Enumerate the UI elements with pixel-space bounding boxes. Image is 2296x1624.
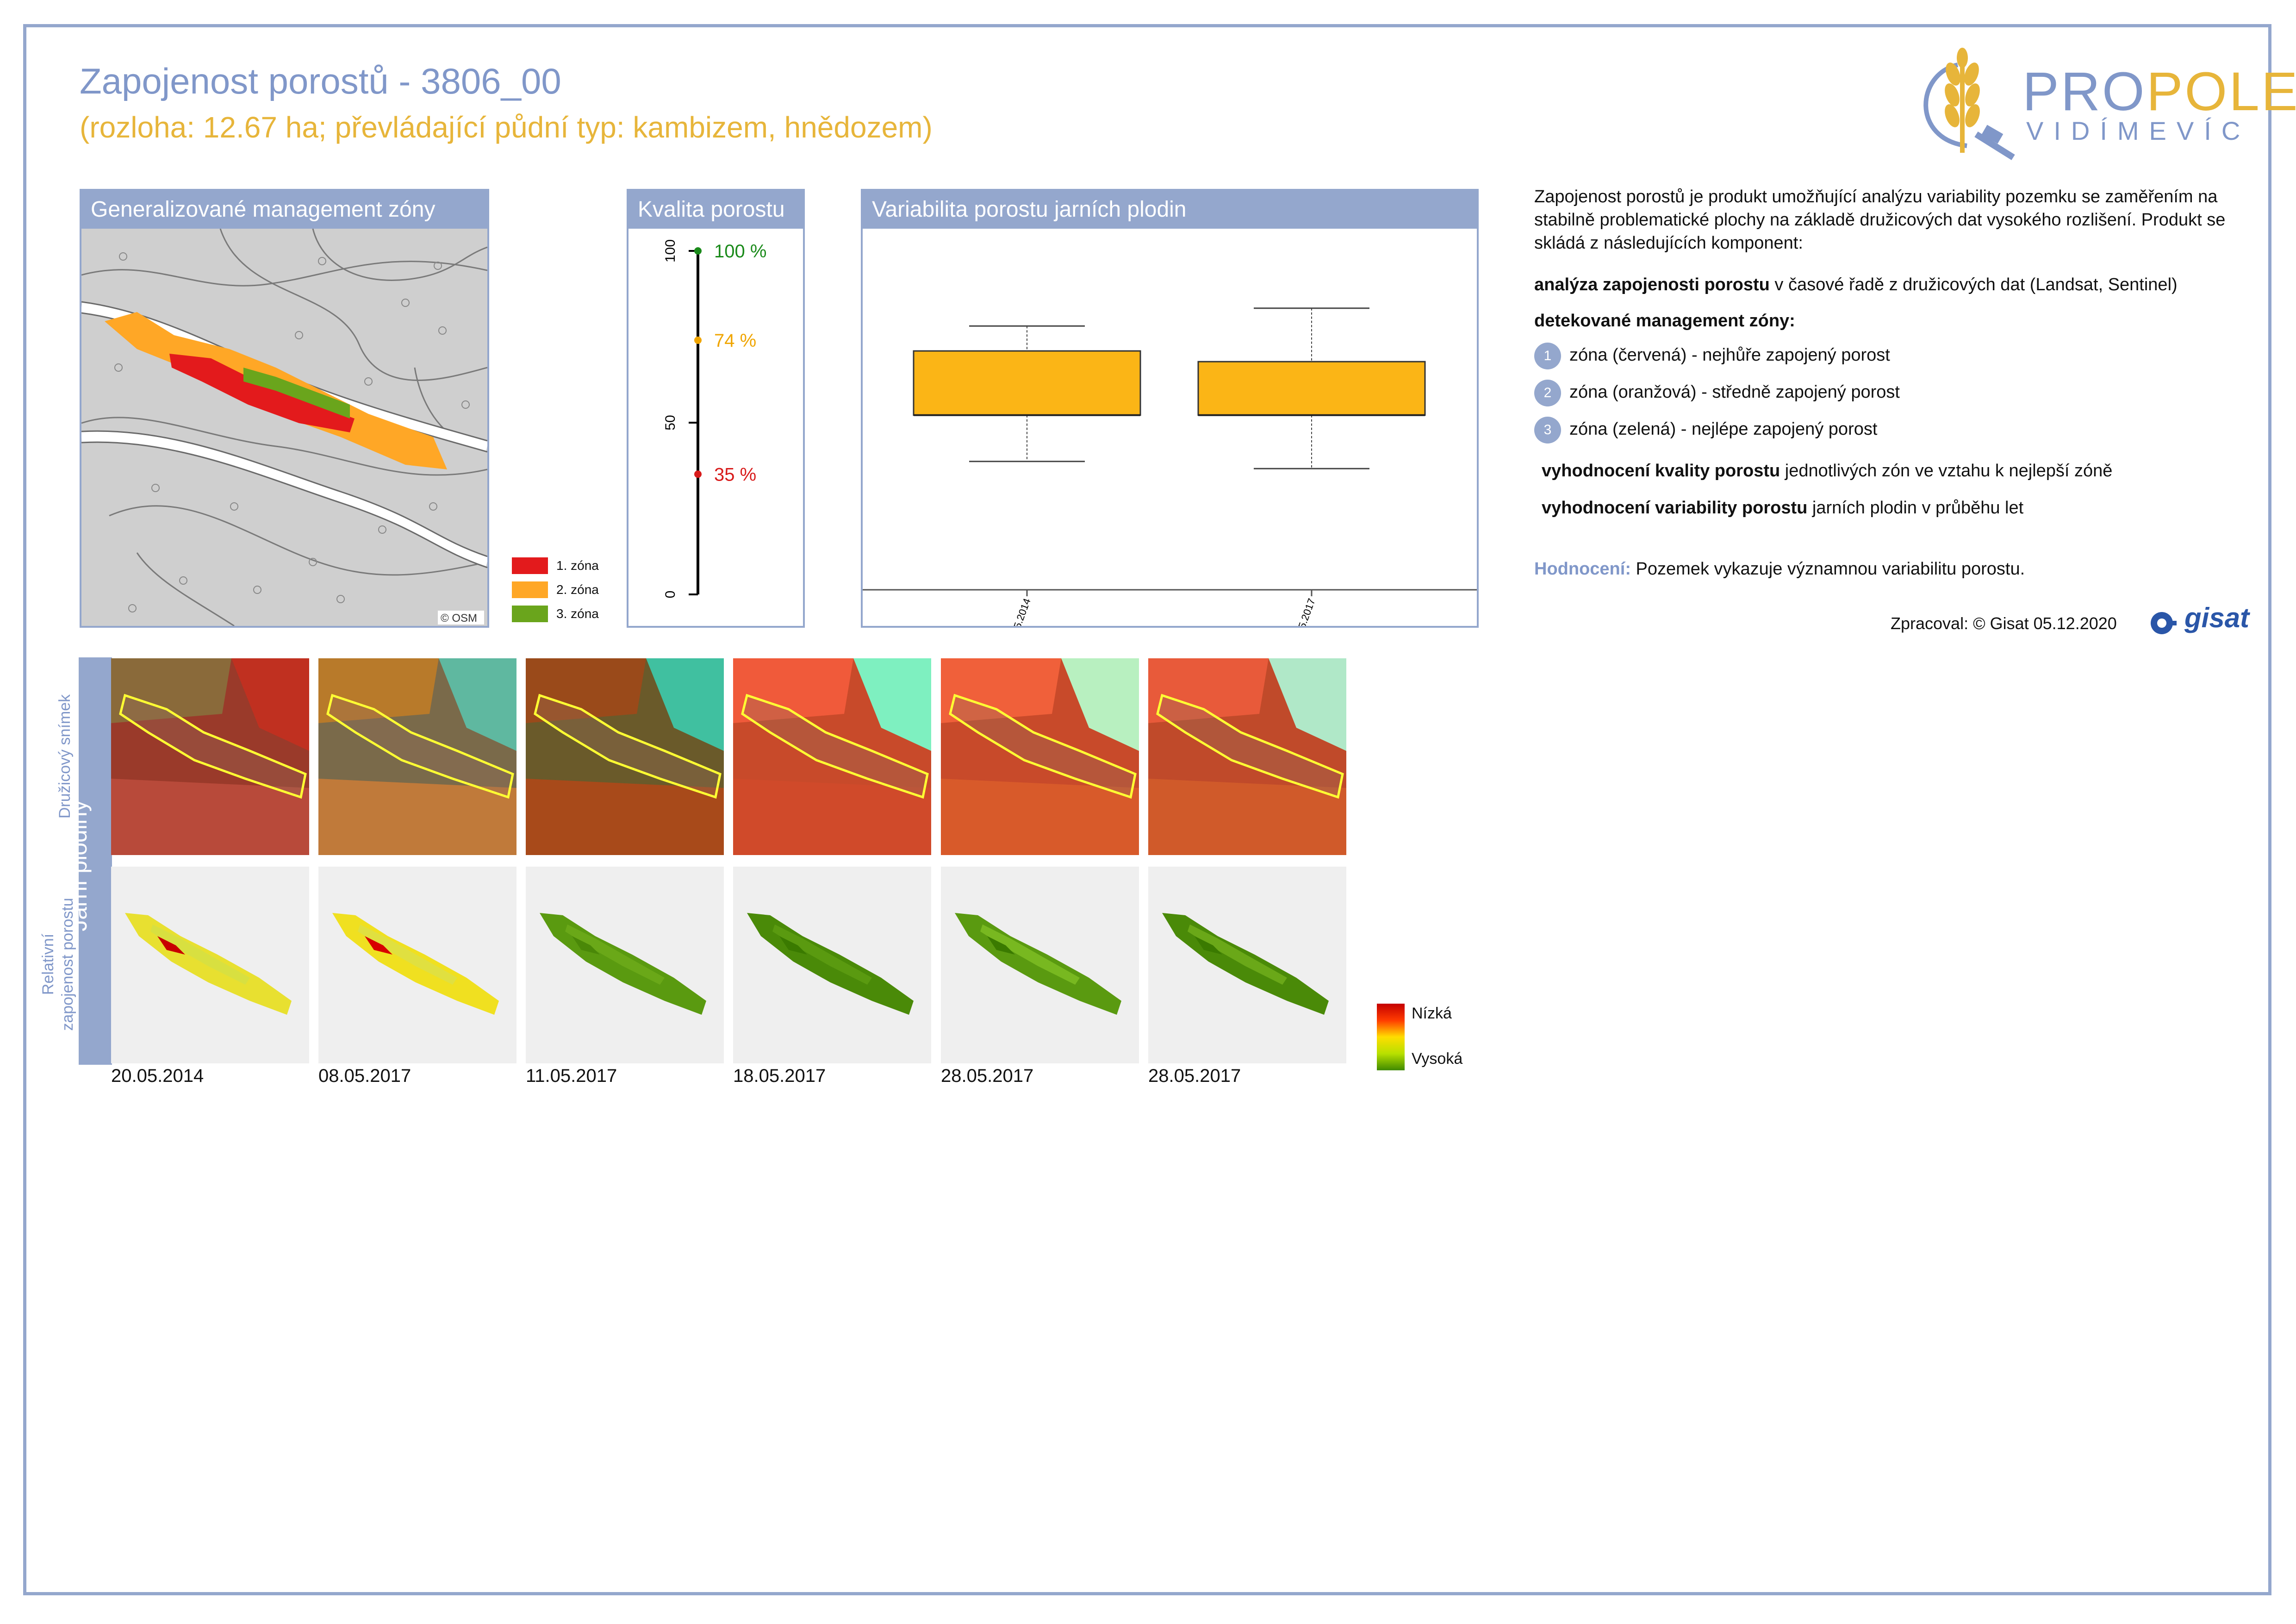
satellite-image-tile [318,658,516,855]
density-scale-low: Nízká [1412,1005,1452,1022]
component-analysis: analýza zapojenosti porostu v časové řad… [1534,275,2178,294]
quality-tick-label: 50 [663,415,678,430]
legend-label: 1. zóna [556,558,599,573]
image-date-label: 18.05.2017 [733,1066,826,1086]
quality-tick-label: 0 [663,591,678,599]
satellite-image-tile [1148,658,1346,855]
zones-legend: 1. zóna 2. zóna 3. zóna [512,557,599,627]
page-subtitle: (rozloha: 12.67 ha; převládající půdní t… [80,111,933,144]
page-title: Zapojenost porostů - 3806_00 [80,61,561,101]
quality-chart: 0 50 100 100 % 74 % 35 % [663,239,766,599]
legend-swatch [512,581,548,598]
description-intro: Zapojenost porostů je produkt umožňující… [1534,187,2226,253]
image-date-label: 11.05.2017 [526,1066,617,1086]
management-zones-panel: Generalizované management zóny © OSM [80,189,489,628]
legend-swatch [512,606,548,622]
osm-attribution: © OSM [441,612,477,625]
quality-marker [694,470,702,478]
image-date-label: 28.05.2017 [1148,1066,1241,1086]
quality-tick-label: 100 [663,239,678,262]
quality-panel: Kvalita porostu 0 50 100 100 % 74 % 35 % [627,189,805,628]
zone-item-1: 1 zóna (červená) - nejhůře zapojený poros… [1534,343,1890,369]
satellite-image-tile [941,658,1139,855]
legend-swatch [512,557,548,574]
quality-marker-label: 74 % [714,331,756,351]
box-08.05.2017 [1197,361,1426,416]
quality-marker-label: 35 % [714,464,756,485]
density-map-tile [941,867,1139,1063]
logo-wordmark: PROPOLE [2022,61,2296,122]
legend-label: 2. zóna [556,582,599,597]
density-map-tile [526,867,724,1063]
quality-marker [694,336,702,344]
component-variability: vyhodnocení variability porostu jarních … [1542,498,2024,518]
density-row-label: Relativní zapojenost porostu [39,898,76,1031]
quality-panel-title: Kvalita porostu [628,191,803,229]
satellite-image-tile [111,658,309,855]
density-map-tile [733,867,931,1063]
density-map-tile [111,867,309,1063]
quality-marker [694,247,702,255]
management-zones-map: © OSM [81,229,487,626]
density-map-tile [318,867,516,1063]
legend-label: 3. zóna [556,606,599,621]
quality-marker-label: 100 % [714,241,766,262]
density-scale-high: Vysoká [1412,1050,1463,1068]
variability-panel-title: Variabilita porostu jarních plodin [863,191,1477,229]
credit-line: Zpracoval: © Gisat 05.12.2020 [1891,614,2117,633]
satellite-row-label: Družicový snímek [56,694,74,819]
wheat-logo-icon [1923,48,2015,160]
satellite-image-tile [733,658,931,855]
zone-item-2: 2 zóna (oranžová) - středně zapojený poro… [1534,380,1900,406]
satellite-image-tile [526,658,724,855]
logo-tagline: VIDÍMEVÍC [2026,116,2251,145]
image-date-label: 28.05.2017 [941,1066,1034,1086]
image-date-label: 20.05.2014 [111,1066,204,1086]
component-quality: vyhodnocení kvality porostu jednotlivých… [1542,461,2113,481]
propole-logo: PROPOLE VIDÍMEVÍC [1907,46,2296,162]
density-scale [1377,1004,1405,1070]
variability-boxplot: 20.05.2014 08.05.2017 [863,229,1477,626]
evaluation: Hodnocení: Pozemek vykazuje významnou va… [1534,559,2025,579]
management-zones-title: Generalizované management zóny [81,191,487,229]
box-20.05.2014 [913,350,1141,416]
gisat-wordmark: gisat [2184,602,2250,633]
zone-item-3: 3 zóna (zelená) - nejlépe zapojený porost [1534,417,1877,443]
image-date-label: 08.05.2017 [318,1066,411,1086]
density-map-tile [1148,867,1346,1063]
zones-heading: detekované management zóny: [1534,311,1795,331]
gisat-logo-icon [2151,612,2177,634]
variability-panel: Variabilita porostu jarních plodin 20.05… [861,189,1479,628]
